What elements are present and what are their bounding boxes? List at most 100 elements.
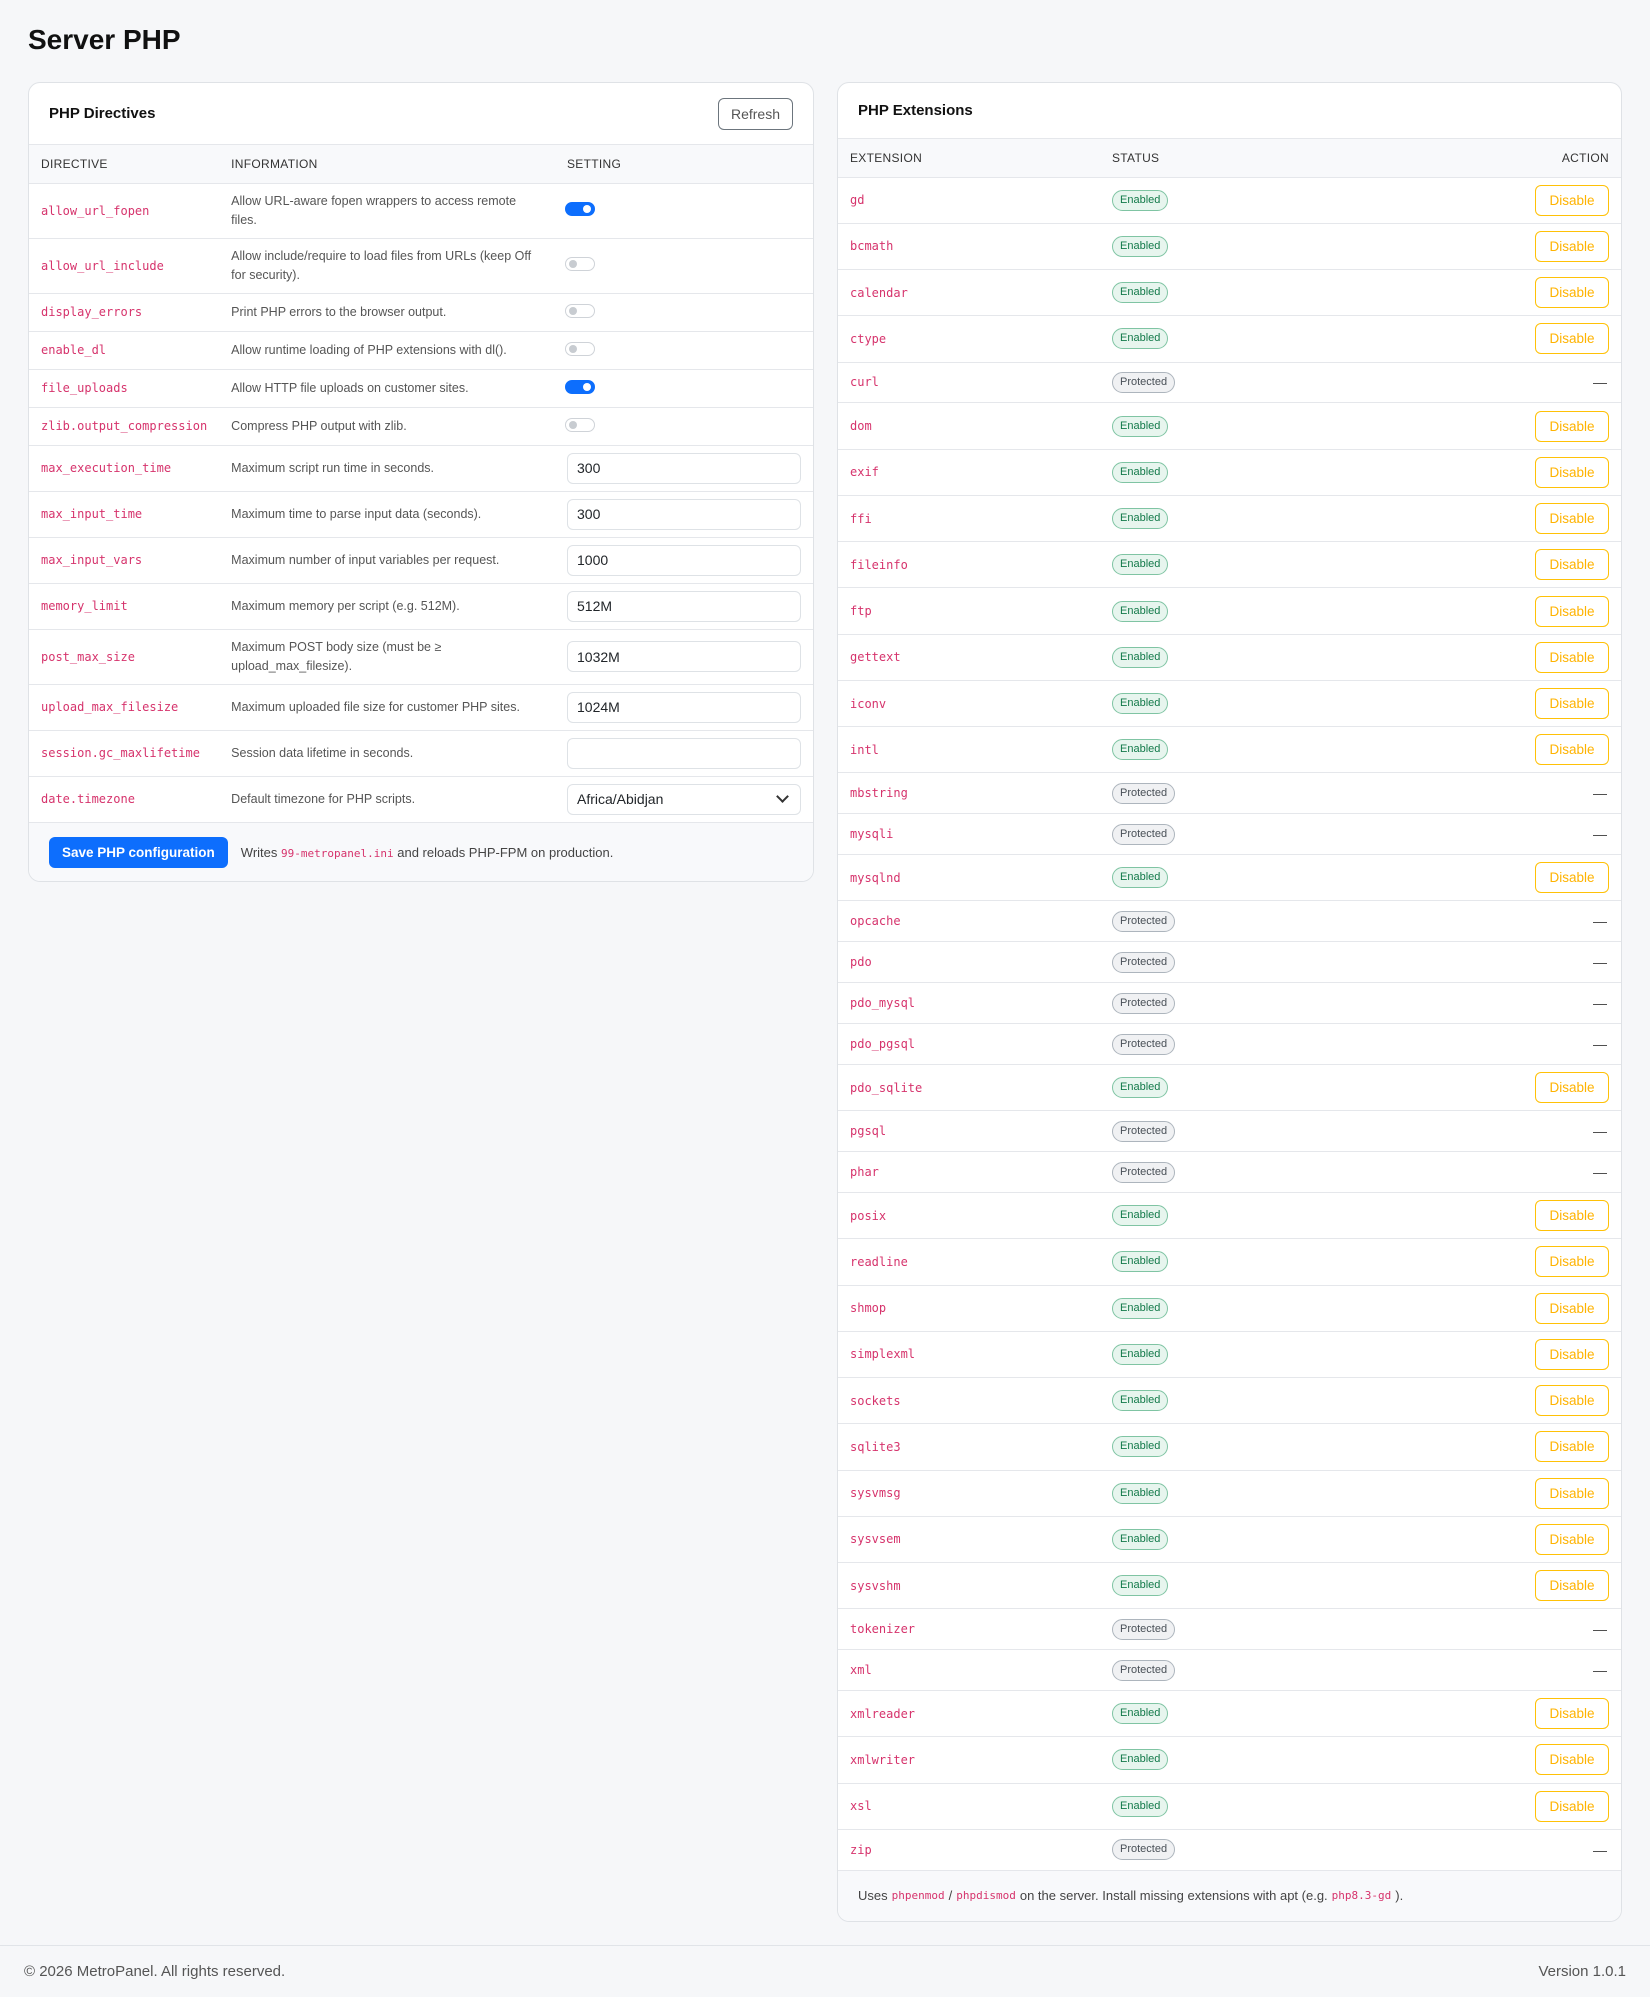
ext-footer-cmd2: phpdismod bbox=[956, 1889, 1016, 1903]
directive-row: allow_url_include Allow include/require t… bbox=[29, 238, 813, 294]
disable-button[interactable]: Disable bbox=[1535, 862, 1609, 894]
extension-status: Enabled bbox=[1100, 1192, 1346, 1240]
extension-action: — bbox=[1345, 1829, 1621, 1871]
status-badge: Enabled bbox=[1112, 235, 1169, 257]
extension-row: bcmath Enabled Disable bbox=[838, 223, 1621, 271]
directive-toggle[interactable] bbox=[565, 257, 595, 271]
page-title: Server PHP bbox=[28, 24, 181, 55]
directive-toggle[interactable] bbox=[565, 417, 595, 432]
timezone-select[interactable]: Africa/Abidjan bbox=[567, 783, 801, 815]
no-action-dash: — bbox=[1593, 1123, 1607, 1140]
disable-button[interactable]: Disable bbox=[1535, 1246, 1609, 1278]
php-directives-card: PHP Directives Refresh DIRECTIVE INFORMA… bbox=[28, 82, 814, 882]
directive-toggle[interactable] bbox=[565, 379, 595, 394]
save-php-configuration-button[interactable]: Save PHP configuration bbox=[49, 837, 228, 868]
disable-button[interactable]: Disable bbox=[1535, 549, 1609, 581]
directive-input[interactable] bbox=[567, 590, 801, 622]
disable-button[interactable]: Disable bbox=[1535, 1385, 1609, 1417]
extension-name: xml bbox=[838, 1649, 1100, 1692]
directive-info: Maximum script run time in seconds. bbox=[219, 445, 555, 492]
directive-row: display_errors Print PHP errors to the br… bbox=[29, 293, 813, 332]
directive-toggle[interactable] bbox=[565, 303, 595, 318]
disable-button[interactable]: Disable bbox=[1535, 230, 1609, 262]
extension-row: shmop Enabled Disable bbox=[838, 1285, 1621, 1332]
disable-button[interactable]: Disable bbox=[1535, 503, 1609, 535]
extension-name: pgsql bbox=[838, 1110, 1100, 1153]
directive-name: session.gc_maxlifetime bbox=[29, 730, 220, 777]
disable-button[interactable]: Disable bbox=[1535, 1338, 1609, 1370]
directive-info: Maximum memory per script (e.g. 512M). bbox=[219, 583, 555, 630]
extension-name: pdo_mysql bbox=[838, 982, 1100, 1025]
extension-action: — bbox=[1345, 1151, 1621, 1194]
extension-row: intl Enabled Disable bbox=[838, 726, 1621, 774]
disable-button[interactable]: Disable bbox=[1535, 734, 1609, 766]
directive-row: date.timezone Default timezone for PHP sc… bbox=[29, 776, 813, 823]
directive-name: max_execution_time bbox=[29, 445, 220, 492]
directive-row: allow_url_fopen Allow URL-aware fopen wra… bbox=[29, 183, 813, 239]
directives-table-header: DIRECTIVE INFORMATION SETTING bbox=[29, 145, 813, 184]
extension-status: Protected bbox=[1100, 982, 1346, 1025]
extension-row: gettext Enabled Disable bbox=[838, 634, 1621, 681]
status-badge: Enabled bbox=[1112, 415, 1169, 437]
extension-name: posix bbox=[838, 1192, 1100, 1240]
disable-button[interactable]: Disable bbox=[1535, 1477, 1609, 1509]
status-badge: Enabled bbox=[1112, 867, 1169, 889]
disable-button[interactable]: Disable bbox=[1535, 1523, 1609, 1555]
extension-action: Disable bbox=[1345, 402, 1621, 450]
extension-row: curl Protected — bbox=[838, 362, 1621, 404]
extension-status: Protected bbox=[1100, 941, 1346, 984]
directive-input[interactable] bbox=[567, 498, 801, 530]
disable-button[interactable]: Disable bbox=[1535, 456, 1609, 488]
disable-button[interactable]: Disable bbox=[1535, 688, 1609, 720]
timezone-select-value: Africa/Abidjan bbox=[577, 791, 664, 807]
status-badge: Enabled bbox=[1112, 1528, 1169, 1550]
disable-button[interactable]: Disable bbox=[1535, 1431, 1609, 1463]
directive-toggle[interactable] bbox=[565, 202, 595, 216]
disable-button[interactable]: Disable bbox=[1535, 1744, 1609, 1776]
column-header-information: INFORMATION bbox=[219, 145, 555, 184]
extension-name: dom bbox=[838, 402, 1100, 450]
extension-name: sysvsem bbox=[838, 1516, 1100, 1564]
extension-action: Disable bbox=[1345, 634, 1621, 681]
disable-button[interactable]: Disable bbox=[1535, 641, 1609, 673]
directive-toggle[interactable] bbox=[565, 341, 595, 356]
disable-button[interactable]: Disable bbox=[1535, 1200, 1609, 1232]
disable-button[interactable]: Disable bbox=[1535, 1570, 1609, 1602]
no-action-dash: — bbox=[1593, 995, 1607, 1012]
disable-button[interactable]: Disable bbox=[1535, 595, 1609, 627]
directive-input[interactable] bbox=[567, 544, 801, 576]
extension-name: exif bbox=[838, 449, 1100, 496]
disable-button[interactable]: Disable bbox=[1535, 323, 1609, 355]
extension-action: Disable bbox=[1345, 1192, 1621, 1240]
extension-name: pdo_sqlite bbox=[838, 1064, 1100, 1112]
directive-setting bbox=[555, 730, 813, 777]
no-action-dash: — bbox=[1593, 1036, 1607, 1053]
extension-name: gettext bbox=[838, 634, 1100, 681]
disable-button[interactable]: Disable bbox=[1535, 277, 1609, 309]
directive-info: Allow HTTP file uploads on customer site… bbox=[219, 369, 555, 408]
disable-button[interactable]: Disable bbox=[1535, 1790, 1609, 1822]
extension-status: Protected bbox=[1100, 1608, 1346, 1651]
status-badge: Enabled bbox=[1112, 554, 1169, 576]
directive-row: max_input_vars Maximum number of input va… bbox=[29, 537, 813, 584]
extension-action: Disable bbox=[1345, 495, 1621, 543]
extension-row: ftp Enabled Disable bbox=[838, 587, 1621, 635]
directive-input[interactable] bbox=[567, 452, 801, 484]
disable-button[interactable]: Disable bbox=[1535, 184, 1609, 216]
extension-status: Enabled bbox=[1100, 1331, 1346, 1379]
status-badge: Enabled bbox=[1112, 1077, 1169, 1099]
directive-input[interactable] bbox=[567, 691, 801, 723]
disable-button[interactable]: Disable bbox=[1535, 1698, 1609, 1730]
extension-action: — bbox=[1345, 1649, 1621, 1692]
disable-button[interactable]: Disable bbox=[1535, 1072, 1609, 1104]
extension-status: Enabled bbox=[1100, 1285, 1346, 1332]
directive-info: Maximum uploaded file size for customer … bbox=[219, 684, 555, 731]
extension-row: calendar Enabled Disable bbox=[838, 269, 1621, 317]
directive-input[interactable] bbox=[567, 737, 801, 769]
refresh-button[interactable]: Refresh bbox=[717, 97, 793, 130]
disable-button[interactable]: Disable bbox=[1535, 1292, 1609, 1324]
status-badge: Enabled bbox=[1112, 1205, 1169, 1227]
directive-input[interactable] bbox=[567, 641, 801, 672]
disable-button[interactable]: Disable bbox=[1535, 410, 1609, 442]
extension-status: Enabled bbox=[1100, 1736, 1346, 1784]
